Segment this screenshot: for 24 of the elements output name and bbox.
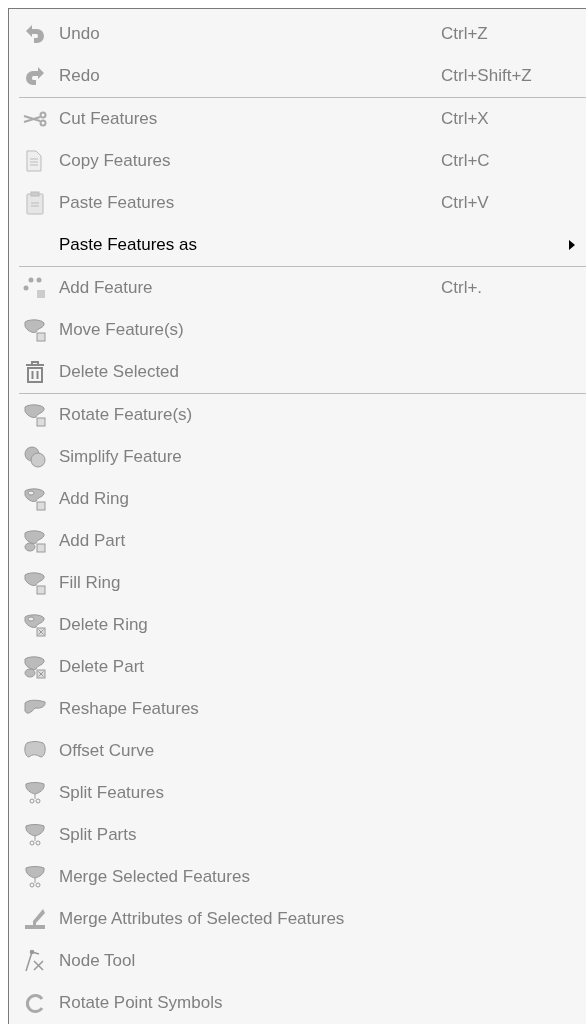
split-icon: [23, 823, 47, 847]
shortcut-text: Ctrl+Shift+Z: [441, 66, 532, 86]
shortcut-text: Ctrl+V: [441, 193, 489, 213]
node-tool-icon: [23, 949, 47, 973]
circles-icon: [23, 445, 47, 469]
redo-icon: [23, 64, 47, 88]
shortcut-text: Ctrl+Z: [441, 24, 488, 44]
clipboard-icon: [23, 191, 47, 215]
trash-icon: [23, 360, 47, 384]
shortcut-text: Ctrl+C: [441, 151, 490, 171]
shape-icon: [23, 318, 47, 342]
split-icon: [23, 781, 47, 805]
ring-icon: [23, 487, 47, 511]
ring-icon: [23, 613, 47, 637]
parts-icon: [23, 655, 47, 679]
menu-item[interactable]: Paste Features as: [9, 224, 586, 266]
points-icon: [23, 276, 47, 300]
pen-icon: [23, 907, 47, 931]
submenu-arrow-icon: [569, 240, 575, 250]
shortcut-text: Ctrl+X: [441, 109, 489, 129]
shape-icon: [23, 571, 47, 595]
shape-icon: [23, 403, 47, 427]
shortcut-text: Ctrl+.: [441, 278, 483, 298]
parts-icon: [23, 529, 47, 553]
